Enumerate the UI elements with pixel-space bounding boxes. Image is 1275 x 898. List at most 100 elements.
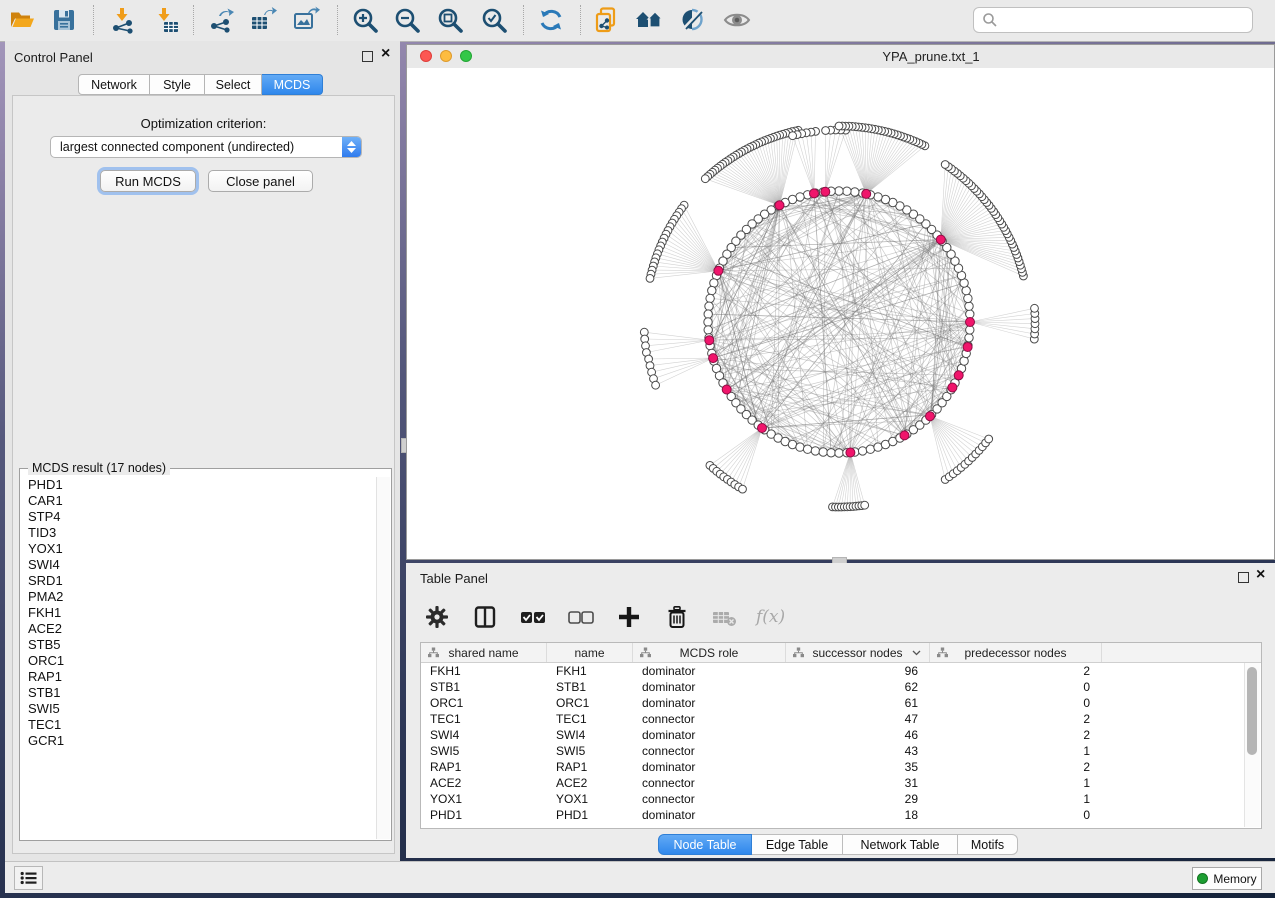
search-input[interactable] [973, 7, 1253, 33]
mcds-result-item[interactable]: SRD1 [21, 573, 377, 589]
mcds-result-item[interactable]: ORC1 [21, 653, 377, 669]
column-header-label: shared name [448, 646, 518, 660]
export-table-button[interactable] [245, 3, 281, 37]
zoom-fit-icon [436, 6, 464, 34]
table-row[interactable]: PHD1PHD1dominator180 [421, 807, 1261, 823]
table-row[interactable]: YOX1YOX1connector291 [421, 791, 1261, 807]
mcds-result-item[interactable]: TID3 [21, 525, 377, 541]
deselect-all-icon [566, 604, 596, 630]
table-scrollbar-thumb[interactable] [1247, 667, 1257, 755]
mcds-result-item[interactable]: GCR1 [21, 733, 377, 749]
criterion-dropdown[interactable]: largest connected component (undirected) [50, 136, 362, 158]
column-header-name[interactable]: name [547, 643, 633, 662]
mcds-result-item[interactable]: STB1 [21, 685, 377, 701]
export-network-icon [207, 6, 235, 34]
table-cell: SWI5 [421, 744, 547, 758]
houses-button[interactable] [631, 3, 667, 37]
tab-select[interactable]: Select [205, 74, 262, 95]
mcds-result-list[interactable]: PHD1CAR1STP4TID3YOX1SWI4SRD1PMA2FKH1ACE2… [21, 477, 377, 839]
column-type-icon [428, 647, 439, 658]
mcds-result-item[interactable]: CAR1 [21, 493, 377, 509]
open-file-button[interactable] [4, 3, 40, 37]
table-close-icon[interactable]: × [1256, 570, 1265, 580]
network-canvas[interactable] [407, 68, 1274, 559]
table-header-row: shared name nameMCDS rolesuccessor nodesp… [421, 643, 1261, 663]
close-panel-icon[interactable]: × [381, 49, 390, 59]
table-tab-motifs[interactable]: Motifs [958, 834, 1018, 855]
create-column-button[interactable] [612, 602, 646, 632]
table-cell: SWI4 [421, 728, 547, 742]
mcds-result-item[interactable]: PHD1 [21, 477, 377, 493]
close-panel-button[interactable]: Close panel [208, 170, 313, 192]
mcds-list-scrollbar[interactable] [376, 477, 390, 839]
show-columns-button[interactable] [468, 602, 502, 632]
zoom-selected-button[interactable] [476, 3, 512, 37]
network-window-titlebar[interactable]: YPA_prune.txt_1 [407, 45, 1274, 69]
column-type-icon [937, 647, 948, 658]
export-image-button[interactable] [288, 3, 324, 37]
deselect-all-button[interactable] [564, 602, 598, 632]
mcds-result-item[interactable]: RAP1 [21, 669, 377, 685]
table-float-icon[interactable] [1238, 572, 1249, 583]
column-header-mcds-role[interactable]: MCDS role [633, 643, 786, 662]
table-tab-node-table[interactable]: Node Table [658, 834, 752, 855]
float-panel-icon[interactable] [362, 51, 373, 62]
zoom-in-button[interactable] [347, 3, 383, 37]
tab-network[interactable]: Network [78, 74, 150, 95]
network-graph[interactable] [407, 68, 1274, 559]
select-all-button[interactable] [516, 602, 550, 632]
mcds-result-item[interactable]: ACE2 [21, 621, 377, 637]
close-window-icon[interactable] [420, 50, 432, 62]
mcds-result-item[interactable]: PMA2 [21, 589, 377, 605]
export-network-button[interactable] [203, 3, 239, 37]
column-header-shared-name[interactable]: shared name [421, 643, 547, 662]
mcds-result-group-title: MCDS result (17 nodes) [28, 461, 170, 475]
tab-mcds[interactable]: MCDS [262, 74, 323, 95]
table-cell: 96 [786, 664, 930, 678]
mcds-result-item[interactable]: YOX1 [21, 541, 377, 557]
table-tab-edge-table[interactable]: Edge Table [752, 834, 843, 855]
import-network-button[interactable] [105, 3, 141, 37]
table-settings-button[interactable] [420, 602, 454, 632]
minimize-window-icon[interactable] [440, 50, 452, 62]
table-row[interactable]: ACE2ACE2connector311 [421, 775, 1261, 791]
show-graphics-button[interactable] [719, 3, 755, 37]
table-row[interactable]: STB1STB1dominator620 [421, 679, 1261, 695]
hide-annotations-button[interactable] [675, 3, 711, 37]
table-row[interactable]: SWI5SWI5connector431 [421, 743, 1261, 759]
table-row[interactable]: FKH1FKH1dominator962 [421, 663, 1261, 679]
task-history-button[interactable] [14, 866, 43, 890]
mcds-result-item[interactable]: STB5 [21, 637, 377, 653]
table-cell: 47 [786, 712, 930, 726]
maximize-window-icon[interactable] [460, 50, 472, 62]
table-scrollbar[interactable] [1244, 663, 1260, 827]
mcds-result-item[interactable]: SWI5 [21, 701, 377, 717]
tab-style[interactable]: Style [150, 74, 205, 95]
mcds-result-item[interactable]: SWI4 [21, 557, 377, 573]
table-row[interactable]: SWI4SWI4dominator462 [421, 727, 1261, 743]
column-header-predecessor-nodes[interactable]: predecessor nodes [930, 643, 1102, 662]
zoom-fit-button[interactable] [432, 3, 468, 37]
delete-column-button[interactable] [660, 602, 694, 632]
table-cell: 1 [930, 744, 1102, 758]
table-cell: 2 [930, 712, 1102, 726]
table-row[interactable]: RAP1RAP1dominator352 [421, 759, 1261, 775]
table-row[interactable]: TEC1TEC1connector472 [421, 711, 1261, 727]
save-session-button[interactable] [46, 3, 82, 37]
column-header-successor-nodes[interactable]: successor nodes [786, 643, 930, 662]
table-row[interactable]: ORC1ORC1dominator610 [421, 695, 1261, 711]
run-mcds-button[interactable]: Run MCDS [100, 170, 196, 192]
zoom-selected-icon [480, 6, 508, 34]
table-cell: RAP1 [421, 760, 547, 774]
mcds-result-item[interactable]: STP4 [21, 509, 377, 525]
zoom-out-button[interactable] [389, 3, 425, 37]
clone-network-button[interactable] [588, 3, 624, 37]
table-cell: STB1 [547, 680, 633, 694]
table-cell: dominator [633, 728, 786, 742]
table-tab-network-table[interactable]: Network Table [843, 834, 958, 855]
mcds-result-item[interactable]: FKH1 [21, 605, 377, 621]
memory-button[interactable]: Memory [1192, 867, 1262, 890]
import-table-button[interactable] [148, 3, 184, 37]
mcds-result-item[interactable]: TEC1 [21, 717, 377, 733]
refresh-button[interactable] [533, 3, 569, 37]
